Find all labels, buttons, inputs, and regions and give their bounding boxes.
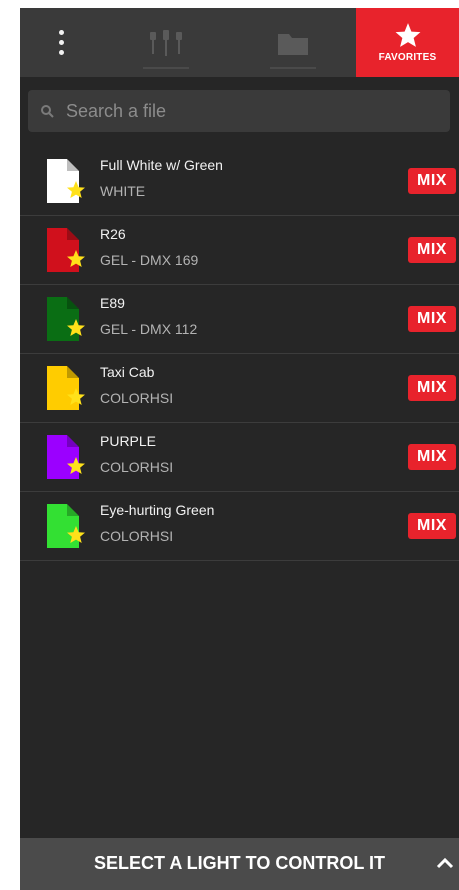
file-name: Eye-hurting Green [100, 502, 215, 518]
file-name: Full White w/ Green [100, 157, 223, 173]
file-row[interactable]: Full White w/ Green WHITE MIX [20, 147, 459, 216]
search-icon [41, 105, 54, 118]
mix-button[interactable]: MIX [408, 375, 456, 401]
mix-button[interactable]: MIX [408, 306, 456, 332]
file-color-icon [47, 435, 85, 479]
bottom-bar[interactable]: SELECT A LIGHT TO CONTROL IT [20, 838, 459, 890]
tab-indicator [143, 67, 189, 69]
file-color-icon [47, 297, 85, 341]
file-name: PURPLE [100, 433, 157, 449]
file-name: E89 [100, 295, 125, 311]
mix-button[interactable]: MIX [408, 513, 456, 539]
mix-button[interactable]: MIX [408, 237, 456, 263]
file-color-icon [47, 366, 85, 410]
file-type: WHITE [100, 183, 146, 199]
search-input[interactable] [64, 99, 408, 123]
mix-button[interactable]: MIX [408, 444, 456, 470]
top-tab-bar: FAVORITES [20, 8, 459, 77]
file-row[interactable]: Taxi Cab COLORHSI MIX [20, 354, 459, 423]
file-row[interactable]: E89 GEL - DMX 112 MIX [20, 285, 459, 354]
file-type: COLORHSI [100, 459, 174, 475]
kebab-menu-icon [58, 30, 64, 55]
file-name: Taxi Cab [100, 364, 155, 380]
file-type: GEL - DMX 169 [100, 252, 199, 268]
file-color-icon [47, 228, 85, 272]
search-bar[interactable] [28, 90, 450, 132]
file-color-icon [47, 504, 85, 548]
file-type: GEL - DMX 112 [100, 321, 198, 337]
file-row[interactable]: Eye-hurting Green COLORHSI MIX [20, 492, 459, 561]
tab-indicator [270, 67, 316, 69]
file-color-icon [47, 159, 85, 203]
tab-favorites[interactable]: FAVORITES [356, 8, 459, 77]
file-type: COLORHSI [100, 390, 174, 406]
tab-files[interactable] [230, 8, 356, 77]
file-type: COLORHSI [100, 528, 174, 544]
menu-button[interactable] [20, 8, 102, 77]
file-name: R26 [100, 226, 126, 242]
file-list: Full White w/ Green WHITE MIX R26 GEL - DMX … [20, 147, 459, 561]
app-screen: FAVORITES Full White w/ GreenWHITEMIXR26… [20, 8, 459, 890]
chevron-up-icon[interactable] [436, 856, 454, 870]
file-row[interactable]: R26 GEL - DMX 169 MIX [20, 216, 459, 285]
select-light-prompt: SELECT A LIGHT TO CONTROL IT [94, 853, 385, 873]
star-icon [395, 23, 420, 47]
fixtures-icon [150, 29, 182, 56]
tab-fixtures[interactable] [102, 8, 230, 77]
folder-icon [278, 33, 308, 55]
file-row[interactable]: PURPLE COLORHSI MIX [20, 423, 459, 492]
mix-button[interactable]: MIX [408, 168, 456, 194]
favorites-tab-label: FAVORITES [378, 52, 437, 63]
